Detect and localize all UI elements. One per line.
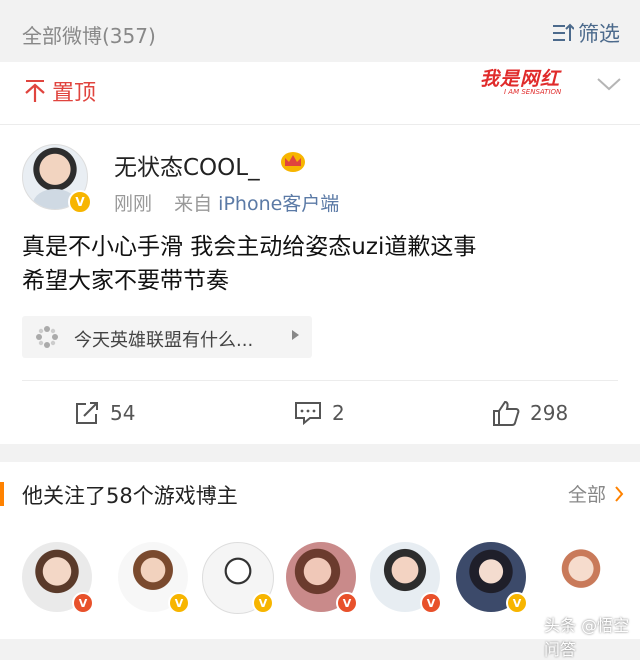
repost-button[interactable]: 54 xyxy=(74,398,135,428)
repost-icon xyxy=(76,402,98,424)
topic-card[interactable]: 今天英雄联盟有什么... xyxy=(22,316,312,358)
divider xyxy=(22,380,618,381)
blogger-avatar[interactable]: V xyxy=(456,542,530,616)
verified-badge-icon: V xyxy=(420,592,442,614)
top-bar: 全部微博(357) 筛选 xyxy=(0,0,640,63)
pinned-tag: 置顶 xyxy=(24,74,96,108)
post-meta: 刚刚 来自 iPhone客户端 xyxy=(114,189,339,216)
section-accent-bar xyxy=(0,482,4,506)
topic-icon xyxy=(36,326,58,348)
crown-icon[interactable] xyxy=(280,150,306,172)
verified-badge-icon: V xyxy=(72,592,94,614)
blogger-avatar[interactable]: V xyxy=(118,542,192,616)
post-text-line: 希望大家不要带节奏 xyxy=(22,268,229,294)
verified-badge-icon: V xyxy=(506,592,528,614)
brand-logo-text: 我是网红 xyxy=(480,68,561,90)
filter-label: 筛选 xyxy=(578,22,620,46)
comment-icon xyxy=(295,402,321,426)
watermark: 头条 @悟空问答 xyxy=(544,612,640,660)
verified-badge-icon: V xyxy=(336,592,358,614)
follow-title: 他关注了58个游戏博主 xyxy=(22,484,238,508)
repost-count: 54 xyxy=(110,401,136,425)
blogger-avatar[interactable]: V xyxy=(22,542,96,616)
weibo-post-card: 置顶 我是网红 I AM SENSATION V 无状态COOL_ 刚刚 来自 … xyxy=(0,62,640,444)
username[interactable]: 无状态COOL_ xyxy=(114,148,260,182)
verified-badge-icon: V xyxy=(252,592,274,614)
comment-button[interactable]: 2 xyxy=(294,398,345,428)
topic-text: 今天英雄联盟有什么... xyxy=(74,330,254,351)
blogger-avatar[interactable] xyxy=(546,542,620,616)
user-avatar[interactable]: V xyxy=(22,144,92,214)
filter-button[interactable]: 筛选 xyxy=(552,18,620,48)
post-text-line: 真是不小心手滑 我会主动给姿态uzi道歉这事 xyxy=(22,234,477,260)
like-button[interactable]: 298 xyxy=(492,398,568,428)
verified-badge-icon: V xyxy=(68,190,92,214)
blogger-avatar[interactable]: V xyxy=(286,542,360,616)
filter-icon xyxy=(553,23,574,41)
like-count: 298 xyxy=(530,401,569,425)
chevron-down-icon[interactable] xyxy=(596,76,622,92)
source-prefix: 来自 xyxy=(174,193,213,215)
divider xyxy=(0,124,640,125)
view-all-label: 全部 xyxy=(567,484,606,506)
pin-icon xyxy=(25,80,45,102)
play-arrow-icon xyxy=(292,330,299,340)
post-content: 真是不小心手滑 我会主动给姿态uzi道歉这事 希望大家不要带节奏 xyxy=(22,230,622,298)
brand-logo-subtext: I AM SENSATION xyxy=(504,88,562,96)
post-source[interactable]: iPhone客户端 xyxy=(218,193,339,215)
post-time: 刚刚 xyxy=(114,193,153,215)
comment-count: 2 xyxy=(332,401,345,425)
watermark-text: 头条 @悟空问答 xyxy=(544,616,630,659)
all-weibo-count[interactable]: 全部微博(357) xyxy=(22,20,156,49)
blogger-avatar[interactable]: V xyxy=(202,542,276,616)
brand-logo: 我是网红 I AM SENSATION xyxy=(480,64,590,98)
chevron-right-icon xyxy=(615,485,624,502)
blogger-avatar[interactable]: V xyxy=(370,542,444,616)
verified-badge-icon: V xyxy=(168,592,190,614)
thumbs-up-icon xyxy=(493,400,520,426)
view-all-button[interactable]: 全部 xyxy=(568,480,624,507)
pinned-label: 置顶 xyxy=(52,81,97,106)
